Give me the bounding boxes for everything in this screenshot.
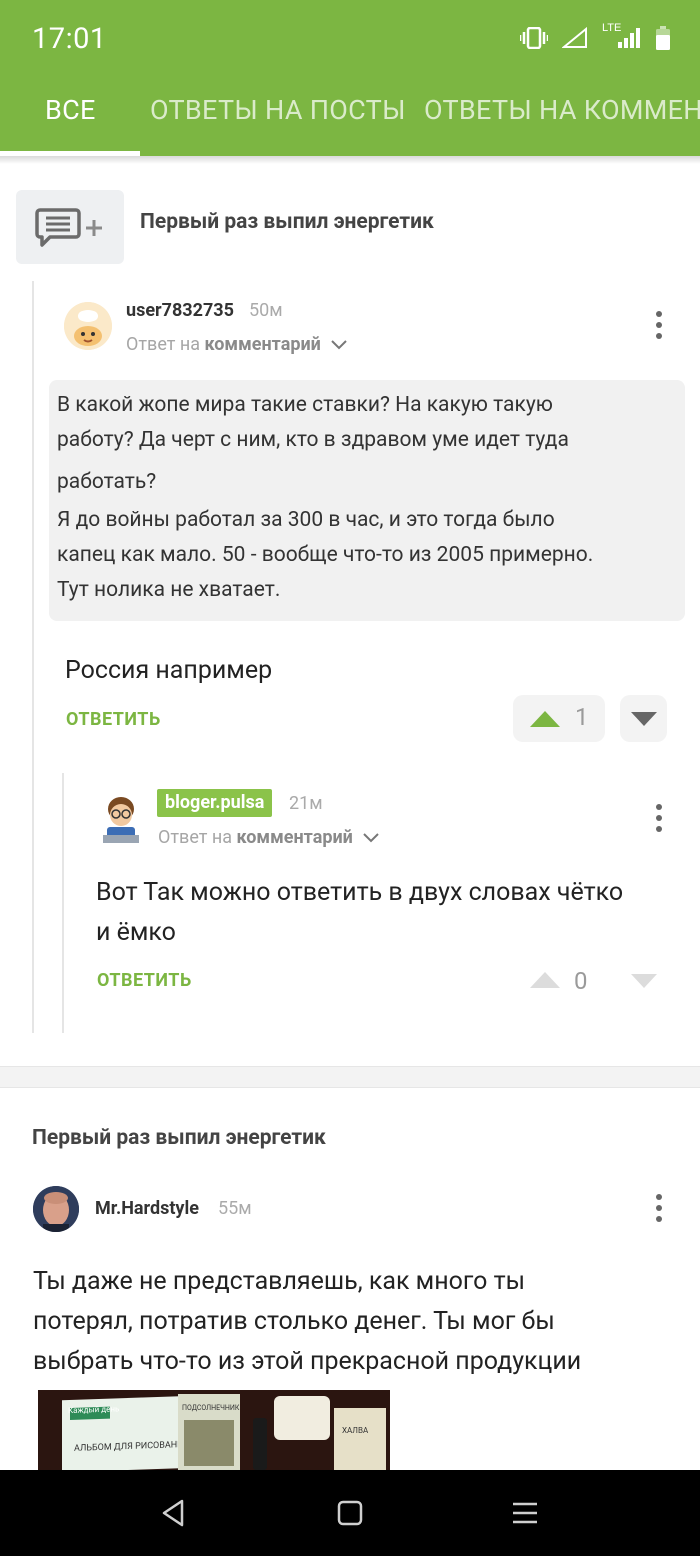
tab-post-replies[interactable]: ОТВЕТЫ НА ПОСТЫ <box>150 94 406 126</box>
arrow-down-icon <box>631 712 657 726</box>
bottle <box>253 1418 267 1470</box>
comment-time: 50м <box>249 300 283 321</box>
system-nav-bar <box>0 1470 700 1556</box>
lte-signal-icon: LTE <box>602 22 642 50</box>
back-button[interactable] <box>143 1470 203 1556</box>
thread-line <box>62 773 64 1033</box>
arrow-up-icon <box>530 711 560 727</box>
app-header: 17:01 LTE ВСЕ ОТВЕТЫ НА ПОСТЫ ОТВЕТЫ НА … <box>0 0 700 156</box>
home-button[interactable] <box>320 1470 380 1556</box>
comment-image[interactable]: Каждый день АЛЬБОМ ДЛЯ РИСОВАНИЯ ПОДСОЛН… <box>38 1390 390 1470</box>
post-title[interactable]: Первый раз выпил энергетик <box>140 210 434 234</box>
chevron-down-icon <box>331 340 348 350</box>
comment-time: 55м <box>218 1198 252 1219</box>
quoted-comment: В какой жопе мира такие ставки? На какую… <box>49 380 685 621</box>
username[interactable]: Mr.Hardstyle <box>95 1198 199 1219</box>
downvote-button[interactable] <box>620 695 667 742</box>
signal-empty-icon <box>562 27 587 48</box>
vote-count: 1 <box>575 703 589 731</box>
username-badge[interactable]: bloger.pulsa <box>157 789 273 817</box>
vote-count: 0 <box>574 967 588 995</box>
menu-icon <box>513 1502 537 1524</box>
arrow-up-icon <box>530 972 560 988</box>
add-comment-button[interactable] <box>16 190 124 264</box>
reply-to[interactable]: Ответ на комментарий <box>158 827 380 848</box>
more-options-button[interactable] <box>644 800 674 836</box>
reply-to[interactable]: Ответ на комментарий <box>126 334 348 355</box>
thread-line <box>32 281 34 1033</box>
tab-all[interactable]: ВСЕ <box>45 94 96 126</box>
halva-product: ХАЛВА <box>334 1408 386 1470</box>
avatar[interactable] <box>64 302 112 350</box>
status-bar: 17:01 LTE <box>0 0 700 80</box>
seeds-product: ПОДСОЛНЕЧНИК <box>178 1394 240 1470</box>
vibrate-icon <box>520 27 548 49</box>
album-product: Каждый день АЛЬБОМ ДЛЯ РИСОВАНИЯ <box>62 1395 194 1470</box>
downvote-button[interactable] <box>626 966 662 996</box>
header-shadow <box>0 156 700 164</box>
upvote-button[interactable]: 1 <box>513 695 605 742</box>
tabs-bar: ВСЕ ОТВЕТЫ НА ПОСТЫ ОТВЕТЫ НА КОММЕНТАРИ… <box>0 80 700 156</box>
post-title[interactable]: Первый раз выпил энергетик <box>32 1126 326 1150</box>
status-icons: LTE <box>520 22 670 50</box>
battery-icon <box>656 26 670 50</box>
reply-button[interactable]: ОТВЕТИТЬ <box>97 970 192 991</box>
home-icon <box>337 1500 363 1526</box>
tab-comment-replies[interactable]: ОТВЕТЫ НА КОММЕНТАРИИ <box>424 94 700 126</box>
comment-text-line: потерял, потратив столько денег. Ты мог … <box>33 1307 555 1336</box>
chevron-down-icon <box>363 833 380 843</box>
comment-text-line: Вот Так можно ответить в двух словах чёт… <box>96 878 624 907</box>
comment-text-line: выбрать что-то из этой прекрасной продук… <box>33 1347 582 1376</box>
avatar[interactable] <box>33 1186 79 1232</box>
section-separator <box>0 1066 700 1088</box>
recents-button[interactable] <box>495 1470 555 1556</box>
comment-time: 21м <box>289 793 323 814</box>
arrow-down-icon <box>631 974 657 988</box>
back-icon <box>162 1499 184 1527</box>
status-time: 17:01 <box>32 22 107 56</box>
username[interactable]: user7832735 <box>126 300 234 321</box>
more-options-button[interactable] <box>644 1190 674 1226</box>
comment-text: Россия например <box>65 656 273 685</box>
comment-add-icon <box>35 208 102 247</box>
more-options-button[interactable] <box>644 307 674 343</box>
upvote-button[interactable] <box>525 966 565 996</box>
comment-text-line: и ёмко <box>96 918 176 947</box>
comment-text-line: Ты даже не представляешь, как много ты <box>33 1267 526 1296</box>
avatar[interactable] <box>97 795 145 845</box>
jar-product <box>274 1396 330 1440</box>
reply-button[interactable]: ОТВЕТИТЬ <box>66 709 161 730</box>
